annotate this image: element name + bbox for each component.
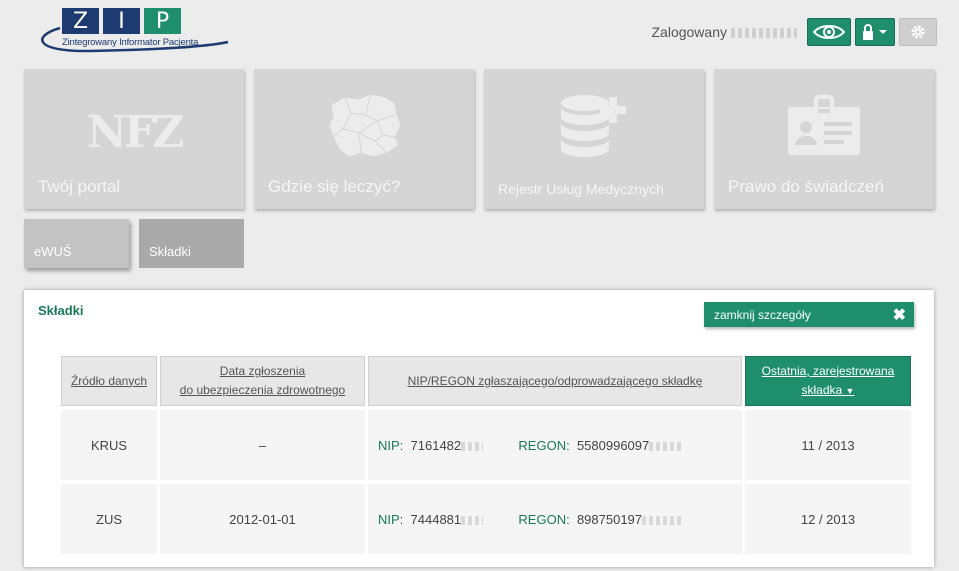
col-header-date[interactable]: Data zgłoszenia do ubezpieczenia zdrowot… [160, 356, 365, 406]
logo-tagline: Zintegrowany Informator Pacjenta [62, 37, 199, 48]
eye-icon [812, 25, 846, 39]
nip-value: 7444881 [410, 511, 462, 527]
subtile-skladki[interactable]: Składki [139, 219, 244, 268]
tile-label: Gdzie się leczyć? [268, 177, 401, 196]
nip-label: NIP: [378, 511, 404, 527]
tile-twoj-portal[interactable]: NFZ Twój portal [24, 69, 244, 209]
nip-label: NIP: [378, 437, 404, 453]
cell-source: ZUS [61, 484, 157, 554]
tile-label: Rejestr Usług Medycznych [498, 181, 664, 197]
masked-digits [642, 515, 683, 525]
col-header-last-line1: Ostatnia, zarejestrowana [761, 363, 895, 378]
database-plus-icon [561, 95, 626, 157]
poland-map-icon [328, 93, 402, 158]
tile-prawo-do-swiadczen[interactable]: Prawo do świadczeń [714, 69, 934, 209]
col-header-date-line2: do ubezpieczenia zdrowotnego [179, 383, 346, 397]
cell-date: 2012-01-01 [160, 484, 365, 554]
close-icon: ✖ [892, 306, 906, 324]
cell-last-contribution: 12 / 2013 [745, 484, 911, 554]
settings-button[interactable] [899, 18, 937, 46]
logo-letter-p: P [144, 8, 181, 34]
user-area: Zalogowany [651, 18, 937, 46]
masked-user-id [731, 28, 797, 39]
col-header-nip-regon[interactable]: NIP/REGON zgłaszającego/odprowadzającego… [368, 356, 742, 406]
regon-value: 5580996097 [576, 437, 650, 453]
nfz-logo-icon: NFZ [86, 107, 185, 158]
skladki-panel: Składki zamknij szczegóły ✖ Źródło danyc… [24, 290, 934, 567]
logged-in-label: Zalogowany [651, 24, 728, 40]
id-card-icon [788, 95, 860, 155]
caret-down-icon [879, 30, 887, 34]
regon-value: 898750197 [576, 511, 643, 527]
cell-last-contribution: 11 / 2013 [745, 410, 911, 480]
nip-value: 7161482 [410, 437, 462, 453]
logged-in-status: Zalogowany [651, 24, 797, 40]
close-details-button[interactable]: zamknij szczegóły ✖ [704, 302, 914, 327]
logo-letter-i: I [103, 8, 140, 34]
table-row: ZUS 2012-01-01 NIP: 7444881 REGON: 89875… [61, 484, 911, 554]
col-header-last-line2: składka [801, 382, 843, 397]
cell-nip-regon: NIP: 7161482 REGON: 5580996097 [368, 410, 742, 480]
tile-label: Twój portal [38, 177, 121, 196]
cell-date: – [160, 410, 365, 480]
subtile-ewus[interactable]: eWUŚ [24, 219, 129, 268]
panel-title: Składki [38, 303, 84, 318]
table-row: KRUS – NIP: 7161482 REGON: 5580996097 11… [61, 410, 911, 480]
tile-label: Prawo do świadczeń [728, 177, 884, 196]
tile-rejestr-uslug-medycznych[interactable]: Rejestr Usług Medycznych [484, 69, 704, 209]
regon-label: REGON: [518, 511, 570, 527]
col-header-source[interactable]: Źródło danych [61, 356, 157, 406]
col-header-date-line1: Data zgłoszenia [219, 364, 306, 378]
accessibility-view-button[interactable] [807, 18, 851, 46]
lock-icon [863, 24, 873, 40]
zip-logo[interactable]: Z I P Zintegrowany Informator Pacjenta [30, 6, 230, 58]
logo-letter-z: Z [62, 8, 99, 34]
masked-digits [461, 515, 484, 525]
close-details-label: zamknij szczegóły [714, 307, 811, 322]
cell-nip-regon: NIP: 7444881 REGON: 898750197 [368, 484, 742, 554]
masked-digits [461, 441, 484, 451]
tile-gdzie-sie-leczyc[interactable]: Gdzie się leczyć? [254, 69, 474, 209]
security-dropdown-button[interactable] [855, 18, 895, 46]
gear-icon [911, 25, 925, 39]
col-header-last-contribution[interactable]: Ostatnia, zarejestrowana składka ▼ [745, 356, 911, 406]
sort-desc-icon: ▼ [845, 385, 855, 396]
cell-source: KRUS [61, 410, 157, 480]
contributions-table: Źródło danych Data zgłoszenia do ubezpie… [58, 352, 914, 558]
masked-digits [649, 441, 682, 451]
regon-label: REGON: [518, 437, 570, 453]
nfz-logo-text: NFZ [86, 107, 185, 158]
